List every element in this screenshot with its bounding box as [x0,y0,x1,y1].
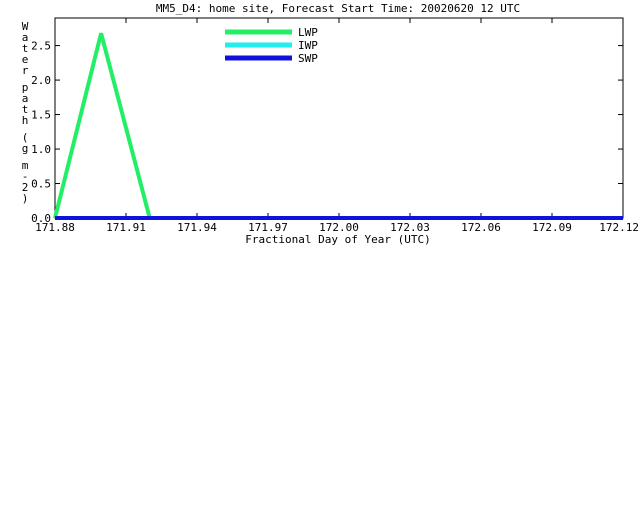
x-tick-label: 171.94 [177,221,217,234]
legend: LWPIWPSWP [225,26,318,65]
y-axis-label-char: h [22,114,29,127]
x-tick-label: 171.91 [106,221,146,234]
chart-title: MM5_D4: home site, Forecast Start Time: … [156,2,520,15]
y-axis-label-char: g [22,142,29,155]
y-axis-label: Waterpath(gm-2) [22,20,29,205]
series-group [53,32,623,220]
x-tick-label: 172.12 [599,221,639,234]
y-tick-label: 2.5 [31,40,51,53]
y-axis-label-char: r [22,64,29,77]
y-axis: 0.00.51.01.52.02.5 [31,40,623,225]
legend-label-swp: SWP [298,52,318,65]
y-tick-label: 1.5 [31,109,51,122]
x-tick-label: 172.09 [532,221,572,234]
x-tick-label: 171.88 [35,221,75,234]
y-axis-label-char: ) [22,192,29,205]
y-tick-label: 1.0 [31,143,51,156]
y-tick-label: 2.0 [31,74,51,87]
x-tick-label: 172.06 [461,221,501,234]
series-line-lwp [53,32,623,220]
legend-label-iwp: IWP [298,39,318,52]
x-axis-label: Fractional Day of Year (UTC) [245,233,430,246]
legend-label-lwp: LWP [298,26,318,39]
y-tick-label: 0.5 [31,178,51,191]
water-path-chart: MM5_D4: home site, Forecast Start Time: … [22,2,639,246]
